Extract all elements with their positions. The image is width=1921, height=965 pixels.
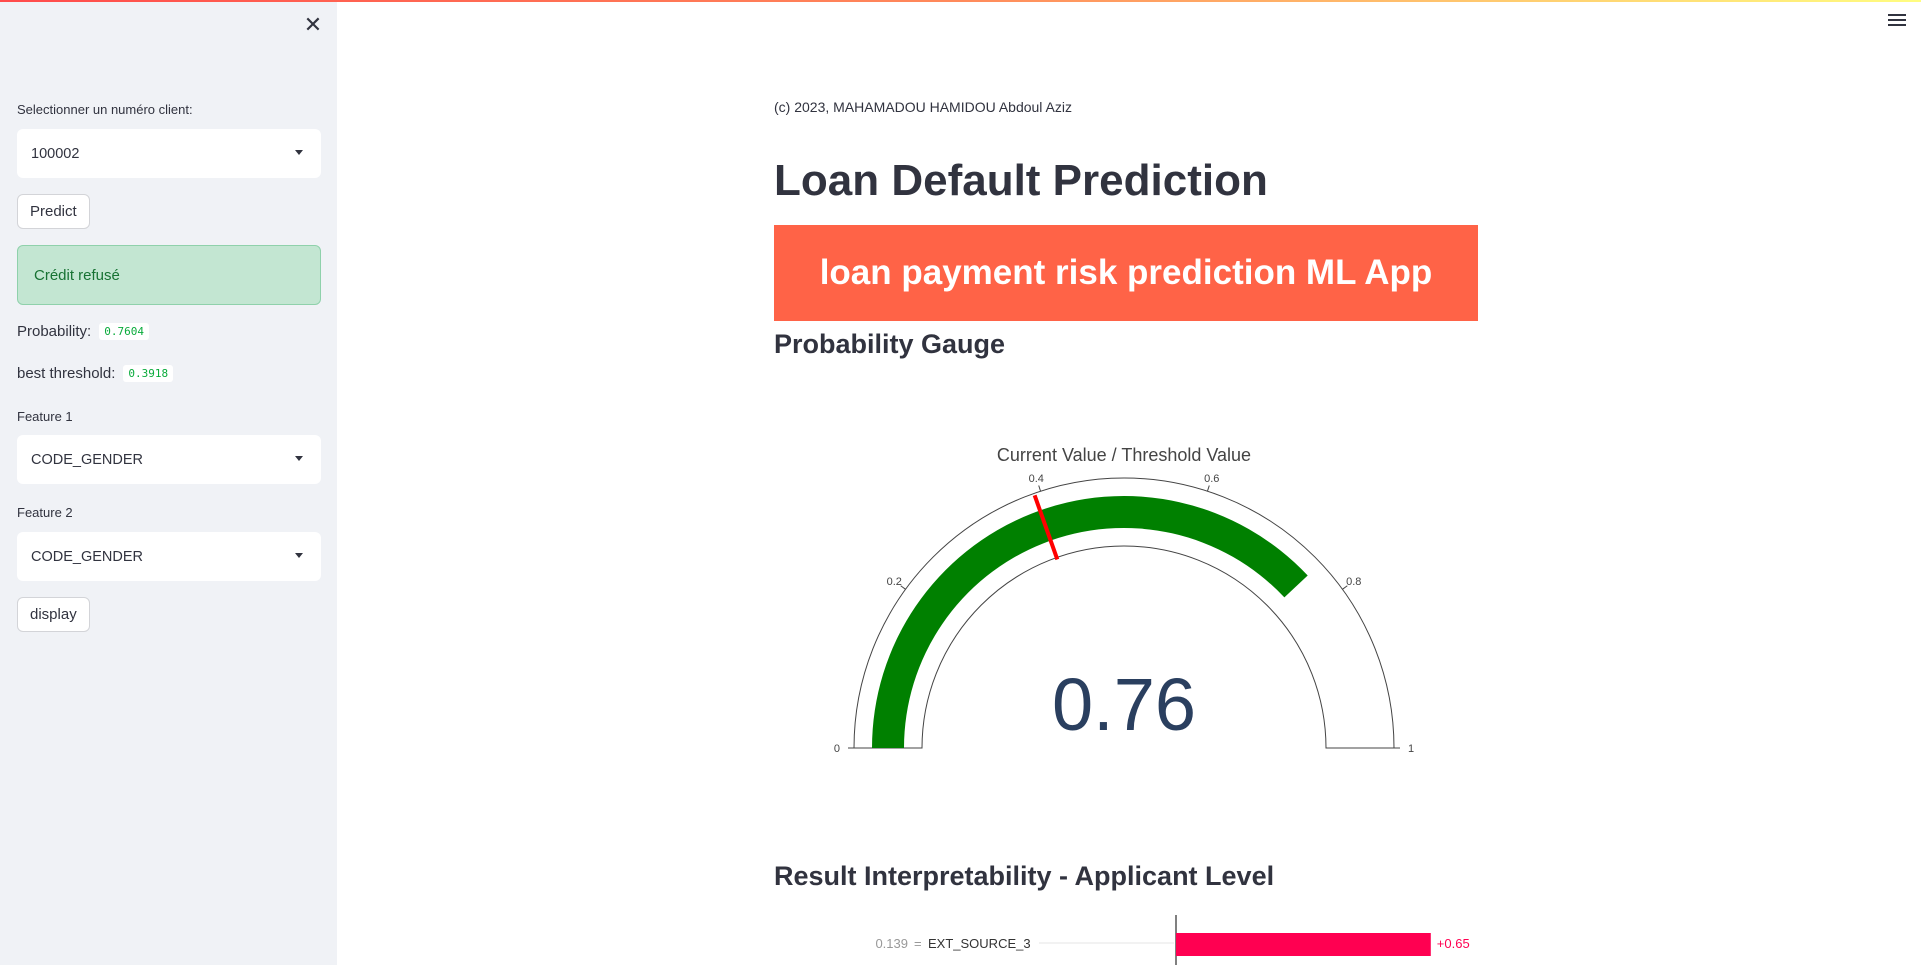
top-decoration-bar [0, 0, 1921, 2]
main-menu-button[interactable] [1888, 14, 1906, 28]
feature2-select-value: CODE_GENDER [31, 548, 143, 565]
feature2-label: Feature 2 [17, 505, 73, 520]
client-select[interactable]: 100002 [17, 129, 321, 178]
threshold-row: best threshold: 0.3918 [17, 365, 174, 382]
shap-bar [1176, 933, 1431, 956]
gauge-heading: Probability Gauge [774, 329, 1006, 359]
chevron-down-icon [295, 553, 303, 558]
probability-value: 0.7604 [99, 323, 149, 340]
chevron-down-icon [295, 150, 303, 155]
threshold-value: 0.3918 [123, 365, 174, 382]
page-title: Loan Default Prediction [774, 156, 1268, 205]
feature1-select[interactable]: CODE_GENDER [17, 435, 321, 484]
app-banner: loan payment risk prediction ML App [774, 225, 1478, 321]
sidebar: ✕ Selectionner un numéro client: 100002 … [0, 0, 337, 965]
shap-force-chart: 0.139 = EXT_SOURCE_3 +0.65 [875, 915, 1470, 965]
threshold-label: best threshold: [17, 365, 116, 382]
shap-value-label: +0.65 [1437, 936, 1470, 951]
close-icon: ✕ [303, 12, 323, 37]
banner-text: loan payment risk prediction ML App [819, 253, 1433, 292]
gauge-tick-label: 0.8 [1346, 576, 1361, 588]
probability-row: Probability: 0.7604 [17, 323, 149, 340]
client-select-label: Selectionner un numéro client: [17, 102, 193, 117]
predict-button[interactable]: Predict [17, 194, 90, 229]
shap-equals-sign: = [914, 936, 922, 951]
feature1-select-value: CODE_GENDER [31, 451, 143, 468]
gauge-tick-label: 0.2 [887, 576, 902, 588]
gauge-tick-label: 0.4 [1029, 473, 1044, 485]
shap-feature-value: 0.139 [875, 936, 908, 951]
gauge-value-label: 0.76 [1052, 663, 1196, 746]
close-sidebar-button[interactable]: ✕ [300, 12, 326, 38]
gauge-title: Current Value / Threshold Value [997, 445, 1251, 465]
result-alert: Crédit refusé [17, 245, 321, 305]
probability-label: Probability: [17, 323, 92, 340]
interpretability-heading: Result Interpretability - Applicant Leve… [774, 861, 1275, 891]
display-button[interactable]: display [17, 597, 90, 632]
gauge-tick-mark [1206, 485, 1210, 492]
feature1-label: Feature 1 [17, 409, 73, 424]
probability-gauge-chart: Current Value / Threshold Value 0 0.2 0.4 0… [834, 445, 1414, 755]
hamburger-icon [1888, 14, 1906, 26]
gauge-tick-label: 1 [1408, 743, 1414, 755]
feature2-select[interactable]: CODE_GENDER [17, 532, 321, 581]
gauge-tick-label: 0 [834, 743, 840, 755]
gauge-tick-label: 0.6 [1204, 473, 1219, 485]
client-select-value: 100002 [31, 145, 80, 162]
chevron-down-icon [295, 456, 303, 461]
copyright-text: (c) 2023, MAHAMADOU HAMIDOU Abdoul Aziz [774, 99, 1072, 115]
gauge-tick-mark [1038, 485, 1042, 492]
shap-feature-name: EXT_SOURCE_3 [928, 936, 1031, 951]
result-text: Crédit refusé [34, 266, 120, 284]
